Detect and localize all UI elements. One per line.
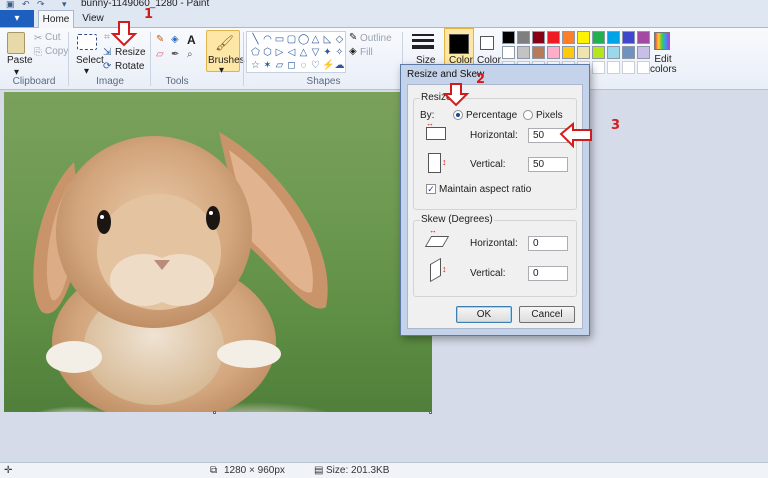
annotation-arrow-down-resize [110,21,138,47]
annotation-step-3: 3 [611,118,621,133]
annotation-arrow-down-percentage [442,83,470,107]
annotation-layer [110,21,592,149]
annotation-arrow-left-horizontal [559,121,592,149]
annotation-step-1: 1 [144,7,154,22]
annotation-step-2: 2 [476,72,486,87]
